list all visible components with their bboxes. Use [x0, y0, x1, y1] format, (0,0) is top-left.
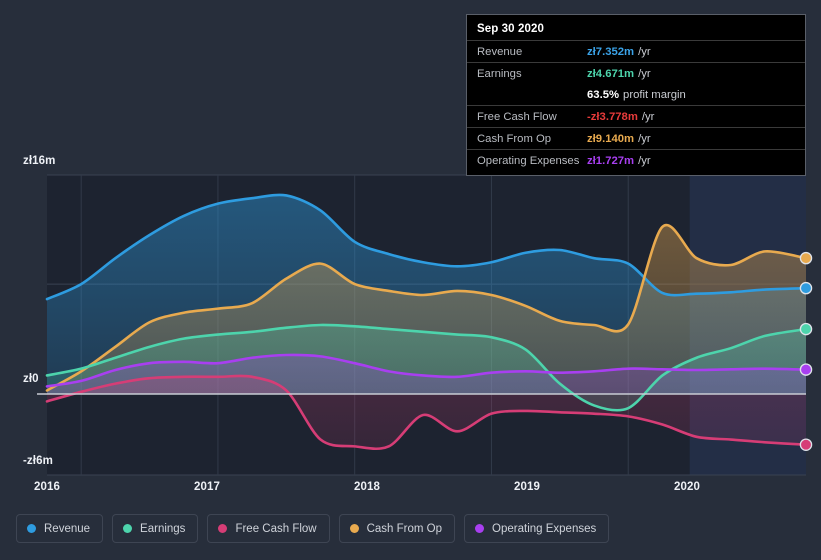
- tooltip-row-value-group: zł9.140m/yr: [587, 133, 651, 145]
- tooltip-row-value: -zł3.778m: [587, 110, 638, 123]
- chart-legend: Revenue Earnings Free Cash Flow Cash From O…: [16, 514, 610, 543]
- y-axis-label-zero: zł0: [23, 373, 39, 385]
- tooltip-rows: Revenue zł7.352m/yr Earnings zł4.671m/yr 63.…: [467, 40, 805, 171]
- tooltip-row-key: Earnings: [477, 67, 522, 80]
- tooltip-row: Cash From Op zł9.140m/yr: [467, 127, 805, 149]
- tooltip-row-key: Free Cash Flow: [477, 110, 557, 123]
- legend-item-label: Cash From Op: [366, 522, 443, 535]
- legend-item-operating-expenses[interactable]: Operating Expenses: [464, 514, 610, 543]
- tooltip-row-value: zł7.352m: [587, 45, 635, 58]
- legend-item-earnings[interactable]: Earnings: [112, 514, 199, 543]
- chart-tooltip: Sep 30 2020 Revenue zł7.352m/yr Earnings zł…: [466, 14, 806, 176]
- tooltip-row-value: zł1.727m: [587, 154, 635, 167]
- x-axis-label-2019: 2019: [514, 481, 540, 493]
- legend-color-dot-icon: [475, 524, 485, 533]
- financial-area-chart: zł16m zł0 -zł6m 2016 2017 2018 2019 2020…: [0, 0, 821, 560]
- legend-item-label: Free Cash Flow: [235, 522, 317, 535]
- tooltip-row-unit: /yr: [638, 67, 651, 80]
- tooltip-row-value: 63.5%: [587, 88, 620, 101]
- legend-item-free-cash-flow[interactable]: Free Cash Flow: [207, 514, 330, 543]
- tooltip-row-value-group: 63.5% profit margin: [587, 89, 686, 101]
- tooltip-date: Sep 30 2020: [477, 23, 544, 35]
- legend-color-dot-icon: [218, 524, 228, 533]
- legend-color-dot-icon: [27, 524, 36, 533]
- tooltip-row-key: Operating Expenses: [477, 154, 580, 167]
- tooltip-row: Earnings zł4.671m/yr: [467, 62, 805, 84]
- tooltip-row-key: Revenue: [477, 45, 523, 58]
- x-axis-label-2020: 2020: [674, 481, 700, 493]
- tooltip-row-value-group: zł1.727m/yr: [587, 155, 651, 167]
- tooltip-row-unit: profit margin: [623, 88, 686, 101]
- x-axis-label-2017: 2017: [194, 481, 220, 493]
- x-axis-label-2018: 2018: [354, 481, 380, 493]
- tooltip-row: 63.5% profit margin: [467, 84, 805, 105]
- tooltip-row-value-group: zł7.352m/yr: [587, 46, 651, 58]
- tooltip-row-unit: /yr: [638, 154, 651, 167]
- x-axis-label-2016: 2016: [34, 481, 60, 493]
- legend-item-label: Operating Expenses: [492, 522, 597, 535]
- tooltip-row-unit: /yr: [641, 110, 655, 123]
- y-axis-label-top: zł16m: [23, 155, 56, 167]
- legend-item-cash-from-op[interactable]: Cash From Op: [338, 514, 456, 543]
- legend-item-label: Earnings: [140, 522, 186, 535]
- tooltip-row-value-group: -zł3.778m/yr: [587, 111, 654, 123]
- tooltip-row-key: Cash From Op: [477, 132, 552, 145]
- legend-item-label: Revenue: [44, 522, 91, 535]
- tooltip-row: Operating Expenses zł1.727m/yr: [467, 149, 805, 171]
- tooltip-row-unit: /yr: [638, 45, 651, 58]
- tooltip-row: Revenue zł7.352m/yr: [467, 40, 805, 62]
- legend-item-revenue[interactable]: Revenue: [16, 514, 104, 543]
- legend-color-dot-icon: [349, 524, 359, 533]
- legend-color-dot-icon: [123, 524, 133, 533]
- tooltip-row-value-group: zł4.671m/yr: [587, 68, 651, 80]
- tooltip-row-value: zł9.140m: [587, 132, 635, 145]
- tooltip-row: Free Cash Flow -zł3.778m/yr: [467, 105, 805, 127]
- tooltip-row-unit: /yr: [638, 132, 651, 145]
- tooltip-row-value: zł4.671m: [587, 67, 635, 80]
- y-axis-label-bottom: -zł6m: [23, 455, 53, 467]
